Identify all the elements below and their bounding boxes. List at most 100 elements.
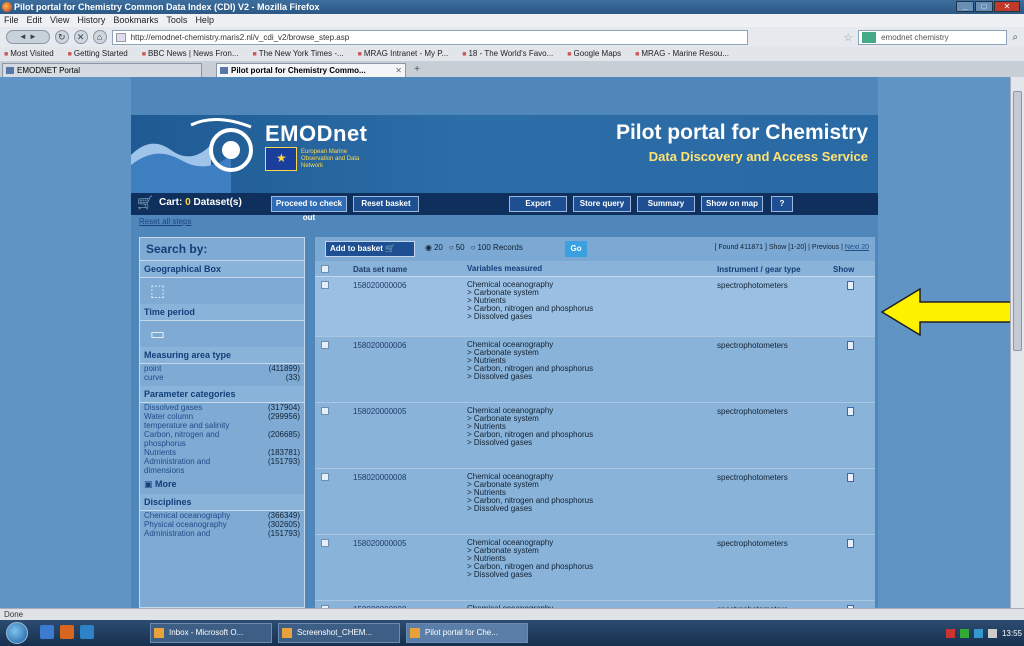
show-details-icon[interactable]: [847, 281, 854, 290]
row-checkbox[interactable]: [315, 469, 337, 534]
taskbar-screenshot[interactable]: Screenshot_CHEM...: [278, 623, 400, 643]
reset-all-steps-link[interactable]: Reset all steps: [139, 217, 191, 226]
home-icon[interactable]: ⌂: [92, 30, 107, 44]
table-row[interactable]: 158020000005 Chemical oceanography > Carbo…: [315, 403, 875, 469]
filter-item[interactable]: Administration and (151793): [140, 529, 304, 538]
reload-icon[interactable]: ↻: [54, 30, 69, 44]
export-button[interactable]: Export: [509, 196, 567, 212]
column-dataset-name[interactable]: Data set name: [337, 261, 457, 276]
bookmark-item[interactable]: Google Maps: [567, 47, 622, 61]
close-window-button[interactable]: ✕: [994, 1, 1020, 12]
bookmark-item[interactable]: Most Visited: [4, 47, 53, 61]
bookmark-item[interactable]: MRAG - Marine Resou...: [635, 47, 729, 61]
menu-bookmarks[interactable]: Bookmarks: [113, 14, 158, 27]
bookmark-item[interactable]: Getting Started: [68, 47, 128, 61]
bookmark-item[interactable]: MRAG Intranet - My P...: [358, 47, 448, 61]
taskbar-firefox[interactable]: Pilot portal for Che...: [406, 623, 528, 643]
summary-button[interactable]: Summary: [637, 196, 695, 212]
table-row[interactable]: 158020000008Chemical oceanographyspectro…: [315, 601, 875, 608]
bookmark-star-icon[interactable]: ☆: [843, 31, 853, 44]
explorer-quicklaunch-icon[interactable]: [40, 625, 54, 639]
filter-item[interactable]: Dissolved gases (317904): [140, 403, 304, 412]
filter-item[interactable]: Chemical oceanography (366349): [140, 511, 304, 520]
start-button[interactable]: [6, 622, 28, 644]
tab-close-icon[interactable]: ✕: [395, 64, 402, 77]
checkout-button[interactable]: Proceed to check out: [271, 196, 347, 222]
media-quicklaunch-icon[interactable]: [60, 625, 74, 639]
geographical-box-header[interactable]: Geographical Box: [140, 261, 304, 278]
go-button[interactable]: Go: [565, 241, 587, 257]
menu-edit[interactable]: Edit: [27, 14, 43, 27]
table-row[interactable]: 158020000008 Chemical oceanography > Carbo…: [315, 469, 875, 535]
tab-emodnet-portal[interactable]: EMODNET Portal: [2, 63, 202, 77]
column-instrument[interactable]: Instrument / gear type: [707, 261, 825, 276]
new-tab-button[interactable]: +: [410, 64, 424, 76]
clock[interactable]: 13:55: [1002, 629, 1022, 638]
filter-item[interactable]: Carbon, nitrogen and phosphorus (206685): [140, 430, 304, 448]
search-input[interactable]: emodnet chemistry: [858, 29, 1008, 45]
table-row[interactable]: 158020000006 Chemical oceanography > Carbo…: [315, 337, 875, 403]
show-details-icon[interactable]: [847, 341, 854, 350]
page-size-20-radio[interactable]: 20: [425, 243, 443, 252]
show-details-icon[interactable]: [847, 407, 854, 416]
menu-view[interactable]: View: [50, 14, 69, 27]
search-icon[interactable]: ⌕: [1012, 32, 1018, 43]
dataset-name-link[interactable]: 158020000008: [337, 469, 457, 534]
bookmark-item[interactable]: The New York Times -...: [253, 47, 344, 61]
volume-icon[interactable]: [987, 628, 997, 638]
menu-tools[interactable]: Tools: [166, 14, 187, 27]
maximize-button[interactable]: □: [975, 1, 993, 12]
select-all-checkbox[interactable]: [315, 261, 337, 276]
dataset-name-link[interactable]: 158020000005: [337, 535, 457, 600]
bookmark-item[interactable]: BBC News | News Fron...: [142, 47, 239, 61]
page-size-100-radio[interactable]: 100 Records: [471, 243, 522, 252]
network-icon[interactable]: [973, 628, 983, 638]
ie-quicklaunch-icon[interactable]: [80, 625, 94, 639]
row-checkbox[interactable]: [315, 601, 337, 608]
minimize-button[interactable]: _: [956, 1, 974, 12]
row-checkbox[interactable]: [315, 337, 337, 402]
dataset-name-link[interactable]: 158020000006: [337, 277, 457, 336]
reset-basket-button[interactable]: Reset basket: [353, 196, 419, 212]
show-details-icon[interactable]: [847, 539, 854, 548]
tray-icon[interactable]: [959, 628, 969, 638]
menu-file[interactable]: File: [4, 14, 19, 27]
vertical-scrollbar[interactable]: [1010, 77, 1024, 608]
row-checkbox[interactable]: [315, 277, 337, 336]
menu-help[interactable]: Help: [195, 14, 214, 27]
dataset-name-link[interactable]: 158020000006: [337, 337, 457, 402]
filter-item[interactable]: Administration and dimensions (151793): [140, 457, 304, 475]
search-engine-icon[interactable]: [862, 31, 877, 43]
row-checkbox[interactable]: [315, 535, 337, 600]
table-row[interactable]: 158020000006 Chemical oceanography > Carbo…: [315, 277, 875, 337]
next-page-link[interactable]: Next 20: [845, 244, 869, 251]
tray-icon[interactable]: [945, 628, 955, 638]
row-checkbox[interactable]: [315, 403, 337, 468]
filter-item[interactable]: Nutrients (183781): [140, 448, 304, 457]
tab-pilot-portal[interactable]: Pilot portal for Chemistry Commo... ✕: [216, 63, 406, 77]
back-forward-button[interactable]: ◄ ►: [6, 30, 50, 44]
filter-item[interactable]: Physical oceanography (302605): [140, 520, 304, 529]
show-details-icon[interactable]: [847, 473, 854, 482]
menu-history[interactable]: History: [77, 14, 105, 27]
site-identity-icon[interactable]: [115, 32, 126, 42]
dataset-name-link[interactable]: 158020000005: [337, 403, 457, 468]
add-to-basket-button[interactable]: Add to basket 🛒: [325, 241, 415, 257]
more-link[interactable]: ▣ More: [140, 475, 304, 494]
filter-item[interactable]: Water column temperature and salinity (29…: [140, 412, 304, 430]
show-on-map-button[interactable]: Show on map: [701, 196, 763, 212]
dataset-name-link[interactable]: 158020000008: [337, 601, 457, 608]
map-icon[interactable]: ⬚: [150, 281, 165, 301]
taskbar-outlook[interactable]: Inbox - Microsoft O...: [150, 623, 272, 643]
bookmark-item[interactable]: 18 - The World's Favo...: [462, 47, 553, 61]
address-bar[interactable]: http://emodnet-chemistry.maris2.nl/v_cdi…: [111, 29, 749, 45]
table-row[interactable]: 158020000005 Chemical oceanography > Carbo…: [315, 535, 875, 601]
page-size-50-radio[interactable]: 50: [449, 243, 465, 252]
calendar-icon[interactable]: ▭: [150, 324, 165, 344]
store-query-button[interactable]: Store query: [573, 196, 631, 212]
filter-item[interactable]: point (411899): [140, 364, 304, 373]
help-button[interactable]: ?: [771, 196, 793, 212]
time-period-header[interactable]: Time period: [140, 304, 304, 321]
filter-item[interactable]: curve (33): [140, 373, 304, 382]
stop-icon[interactable]: ✕: [73, 30, 88, 44]
